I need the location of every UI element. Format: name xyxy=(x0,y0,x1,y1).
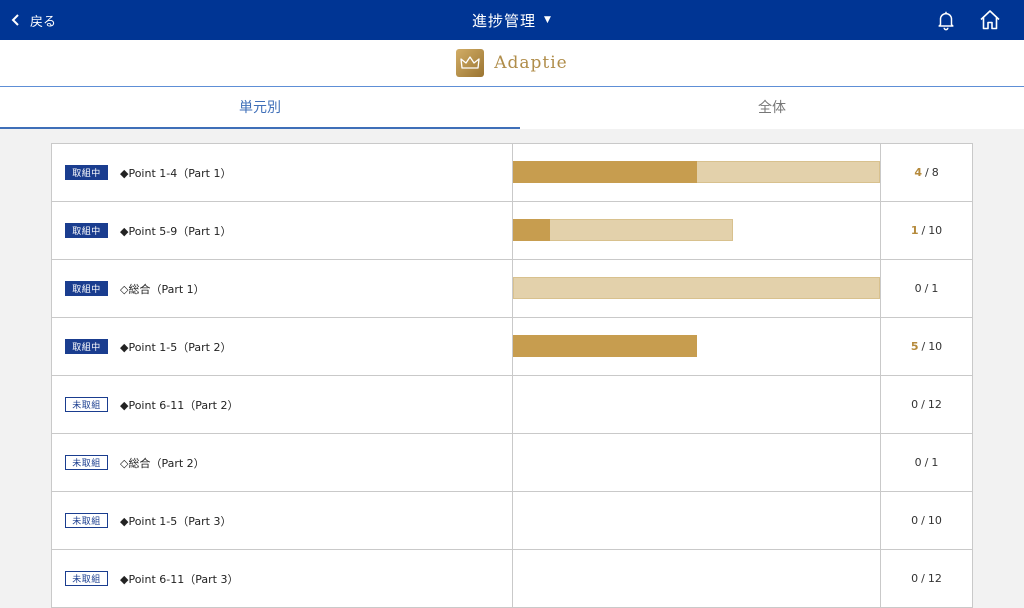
progress-bar-cell xyxy=(512,260,881,317)
unit-cell: 未取組 ◆Point 1-5（Part 3） xyxy=(52,492,512,549)
done-count: 0 xyxy=(911,398,919,411)
total-count: 12 xyxy=(927,572,942,585)
count-separator: / xyxy=(924,456,929,469)
total-count: 8 xyxy=(931,166,939,179)
unit-cell: 未取組 ◆Point 6-11（Part 3） xyxy=(52,550,512,607)
total-count: 10 xyxy=(928,224,943,237)
progress-count: 1/10 xyxy=(881,202,972,259)
unit-cell: 取組中 ◆Point 5-9（Part 1） xyxy=(52,202,512,259)
status-badge: 未取組 xyxy=(65,571,108,586)
progress-table: 取組中 ◆Point 1-4（Part 1） 4/8 取組中 ◆Point 5-9（Pa… xyxy=(51,143,973,608)
total-count: 12 xyxy=(927,398,942,411)
table-row[interactable]: 取組中 ◇総合（Part 1） 0/1 xyxy=(52,260,972,318)
progress-bar-cell xyxy=(512,318,881,375)
unit-name: ◆Point 6-11（Part 3） xyxy=(120,572,239,586)
tab-bar: 単元別 全体 xyxy=(0,86,1024,129)
unit-name: ◆Point 1-4（Part 1） xyxy=(120,166,232,180)
unit-name: ◇総合（Part 2） xyxy=(120,456,205,470)
unit-cell: 取組中 ◆Point 1-4（Part 1） xyxy=(52,144,512,201)
count-separator: / xyxy=(921,224,926,237)
unit-cell: 未取組 ◆Point 6-11（Part 2） xyxy=(52,376,512,433)
status-badge: 取組中 xyxy=(65,281,108,296)
progress-bar-cell xyxy=(512,144,881,201)
unit-name: ◆Point 5-9（Part 1） xyxy=(120,224,232,238)
progress-bar-total xyxy=(513,277,880,299)
progress-count: 0/1 xyxy=(881,434,972,491)
progress-bar-done xyxy=(513,219,550,241)
done-count: 0 xyxy=(911,572,919,585)
brand-name: Adaptie xyxy=(494,53,568,73)
status-badge: 取組中 xyxy=(65,339,108,354)
home-icon[interactable] xyxy=(978,8,1002,32)
top-app-bar: 戻る 進捗管理 ▼ xyxy=(0,0,1024,40)
unit-cell: 取組中 ◇総合（Part 1） xyxy=(52,260,512,317)
back-button[interactable]: 戻る xyxy=(10,0,56,40)
unit-name: ◆Point 1-5（Part 2） xyxy=(120,340,232,354)
table-row[interactable]: 未取組 ◆Point 6-11（Part 2） 0/12 xyxy=(52,376,972,434)
unit-cell: 未取組 ◇総合（Part 2） xyxy=(52,434,512,491)
tab-by-unit[interactable]: 単元別 xyxy=(0,87,520,129)
progress-bar-cell xyxy=(512,202,881,259)
done-count: 0 xyxy=(911,514,919,527)
progress-count: 0/1 xyxy=(881,260,972,317)
status-badge: 未取組 xyxy=(65,513,108,528)
tab-overall[interactable]: 全体 xyxy=(520,87,1024,127)
page-title-dropdown: 進捗管理 ▼ xyxy=(0,0,1024,40)
progress-count: 0/12 xyxy=(881,550,972,607)
table-row[interactable]: 未取組 ◆Point 1-5（Part 3） 0/10 xyxy=(52,492,972,550)
page-title[interactable]: 進捗管理 xyxy=(472,10,536,31)
crown-logo-icon xyxy=(456,49,485,77)
status-badge: 取組中 xyxy=(65,165,108,180)
done-count: 5 xyxy=(910,340,919,353)
done-count: 0 xyxy=(914,282,922,295)
progress-count: 4/8 xyxy=(881,144,972,201)
unit-name: ◇総合（Part 1） xyxy=(120,282,205,296)
unit-name: ◆Point 6-11（Part 2） xyxy=(120,398,239,412)
count-separator: / xyxy=(921,572,925,585)
table-row[interactable]: 取組中 ◆Point 1-5（Part 2） 5/10 xyxy=(52,318,972,376)
progress-bar-done xyxy=(513,161,697,183)
done-count: 1 xyxy=(910,224,919,237)
brand-bar: Adaptie xyxy=(0,40,1024,86)
table-row[interactable]: 取組中 ◆Point 5-9（Part 1） 1/10 xyxy=(52,202,972,260)
progress-bar-cell xyxy=(512,492,881,549)
progress-count: 0/10 xyxy=(881,492,972,549)
status-badge: 未取組 xyxy=(65,455,108,470)
unit-name: ◆Point 1-5（Part 3） xyxy=(120,514,232,528)
total-count: 1 xyxy=(931,456,939,469)
table-row[interactable]: 未取組 ◆Point 6-11（Part 3） 0/12 xyxy=(52,550,972,608)
table-row[interactable]: 未取組 ◇総合（Part 2） 0/1 xyxy=(52,434,972,492)
status-badge: 取組中 xyxy=(65,223,108,238)
progress-count: 5/10 xyxy=(881,318,972,375)
progress-bar-cell xyxy=(512,550,881,607)
chevron-left-icon xyxy=(11,14,19,26)
count-separator: / xyxy=(924,166,929,179)
bell-icon[interactable] xyxy=(935,9,957,31)
dropdown-caret-icon[interactable]: ▼ xyxy=(544,15,552,25)
progress-bar-cell xyxy=(512,434,881,491)
table-row[interactable]: 取組中 ◆Point 1-4（Part 1） 4/8 xyxy=(52,144,972,202)
done-count: 4 xyxy=(914,166,922,179)
back-label: 戻る xyxy=(30,14,57,30)
count-separator: / xyxy=(921,398,925,411)
progress-count: 0/12 xyxy=(881,376,972,433)
status-badge: 未取組 xyxy=(65,397,108,412)
total-count: 1 xyxy=(931,282,939,295)
progress-bar-cell xyxy=(512,376,881,433)
total-count: 10 xyxy=(928,340,943,353)
unit-cell: 取組中 ◆Point 1-5（Part 2） xyxy=(52,318,512,375)
count-separator: / xyxy=(924,282,929,295)
count-separator: / xyxy=(921,340,926,353)
progress-bar-done xyxy=(513,335,697,357)
total-count: 10 xyxy=(927,514,942,527)
count-separator: / xyxy=(921,514,925,527)
done-count: 0 xyxy=(914,456,922,469)
